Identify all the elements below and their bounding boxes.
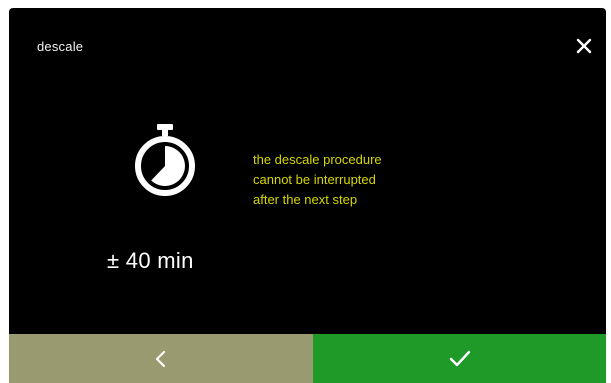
warning-message-line: after the next step xyxy=(253,192,358,207)
confirm-button[interactable] xyxy=(313,334,606,383)
warning-message-line: cannot be interrupted xyxy=(253,172,376,187)
close-button[interactable] xyxy=(570,32,598,60)
descale-screen: descale ± 40 min the descale procedure c… xyxy=(9,8,606,383)
close-icon xyxy=(576,38,592,54)
duration-estimate: ± 40 min xyxy=(107,248,194,273)
footer-bar xyxy=(9,334,606,383)
warning-message-line: the descale procedure xyxy=(253,152,382,167)
chevron-left-icon xyxy=(155,350,166,367)
page-title: descale xyxy=(37,39,84,54)
warning-message: the descale procedure cannot be interrup… xyxy=(253,150,382,210)
back-button[interactable] xyxy=(9,334,313,383)
stopwatch-icon xyxy=(133,122,197,204)
checkmark-icon xyxy=(449,350,470,366)
